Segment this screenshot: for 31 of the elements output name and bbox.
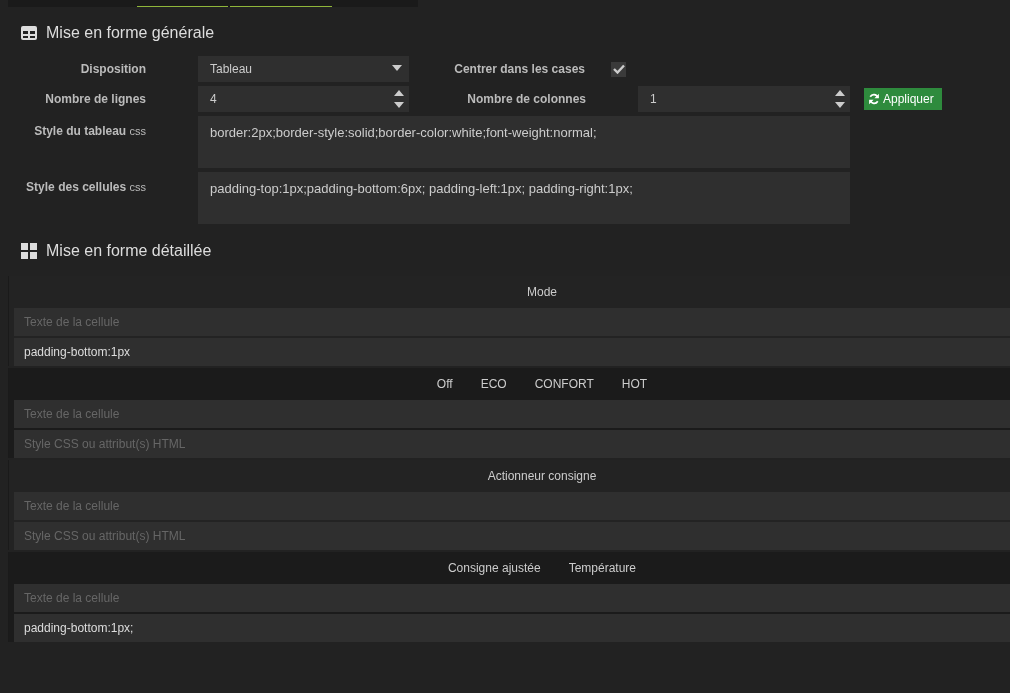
header-cell-text: Off bbox=[436, 377, 453, 391]
caret-icon bbox=[392, 65, 402, 71]
css-textarea[interactable]: border:2px;border-style:solid;border-color:white;font-weight:normal; bbox=[198, 116, 850, 168]
refresh-icon bbox=[868, 93, 880, 105]
header-cell-text: ECO bbox=[480, 377, 507, 391]
checkbox[interactable] bbox=[611, 61, 626, 77]
field-label: Centrer dans les cases bbox=[453, 62, 586, 76]
apply-button[interactable]: Appliquer bbox=[864, 88, 942, 110]
field-label: Nombre de colonnes bbox=[466, 92, 587, 106]
field-label: Style des cellules css bbox=[25, 179, 147, 194]
field-label: Nombre de lignes bbox=[44, 92, 147, 106]
grid-icon bbox=[21, 243, 37, 259]
number-field[interactable]: 1 bbox=[638, 86, 850, 112]
field-label: Style du tableau css bbox=[33, 123, 147, 138]
table-icon bbox=[21, 25, 37, 41]
section-title: Mise en forme générale bbox=[46, 24, 215, 42]
header-cell-text: CONFORT bbox=[534, 377, 594, 391]
header-cell-text: Température bbox=[568, 561, 637, 575]
spinner-icon[interactable] bbox=[835, 89, 845, 109]
css-textarea[interactable]: padding-top:1px;padding-bottom:6px; padding-left:1px; padding-right:1px; bbox=[198, 172, 850, 224]
cell-style-field[interactable]: padding-bottom:1px bbox=[14, 338, 1010, 366]
header-cell-text: HOT bbox=[621, 377, 648, 391]
header-cell-text: Consigne ajustée bbox=[447, 561, 541, 575]
number-field[interactable]: 4 bbox=[198, 86, 409, 112]
disposition-select[interactable]: Tableau bbox=[198, 56, 409, 82]
header-cell-text: Mode bbox=[527, 285, 557, 299]
header-cell-text: Actionneur consigne bbox=[487, 469, 597, 483]
cell-style-field[interactable]: padding-bottom:1px; bbox=[14, 614, 1010, 642]
section-title: Mise en forme détaillée bbox=[46, 242, 212, 260]
field-label: Disposition bbox=[79, 62, 147, 76]
spinner-icon[interactable] bbox=[394, 89, 404, 109]
